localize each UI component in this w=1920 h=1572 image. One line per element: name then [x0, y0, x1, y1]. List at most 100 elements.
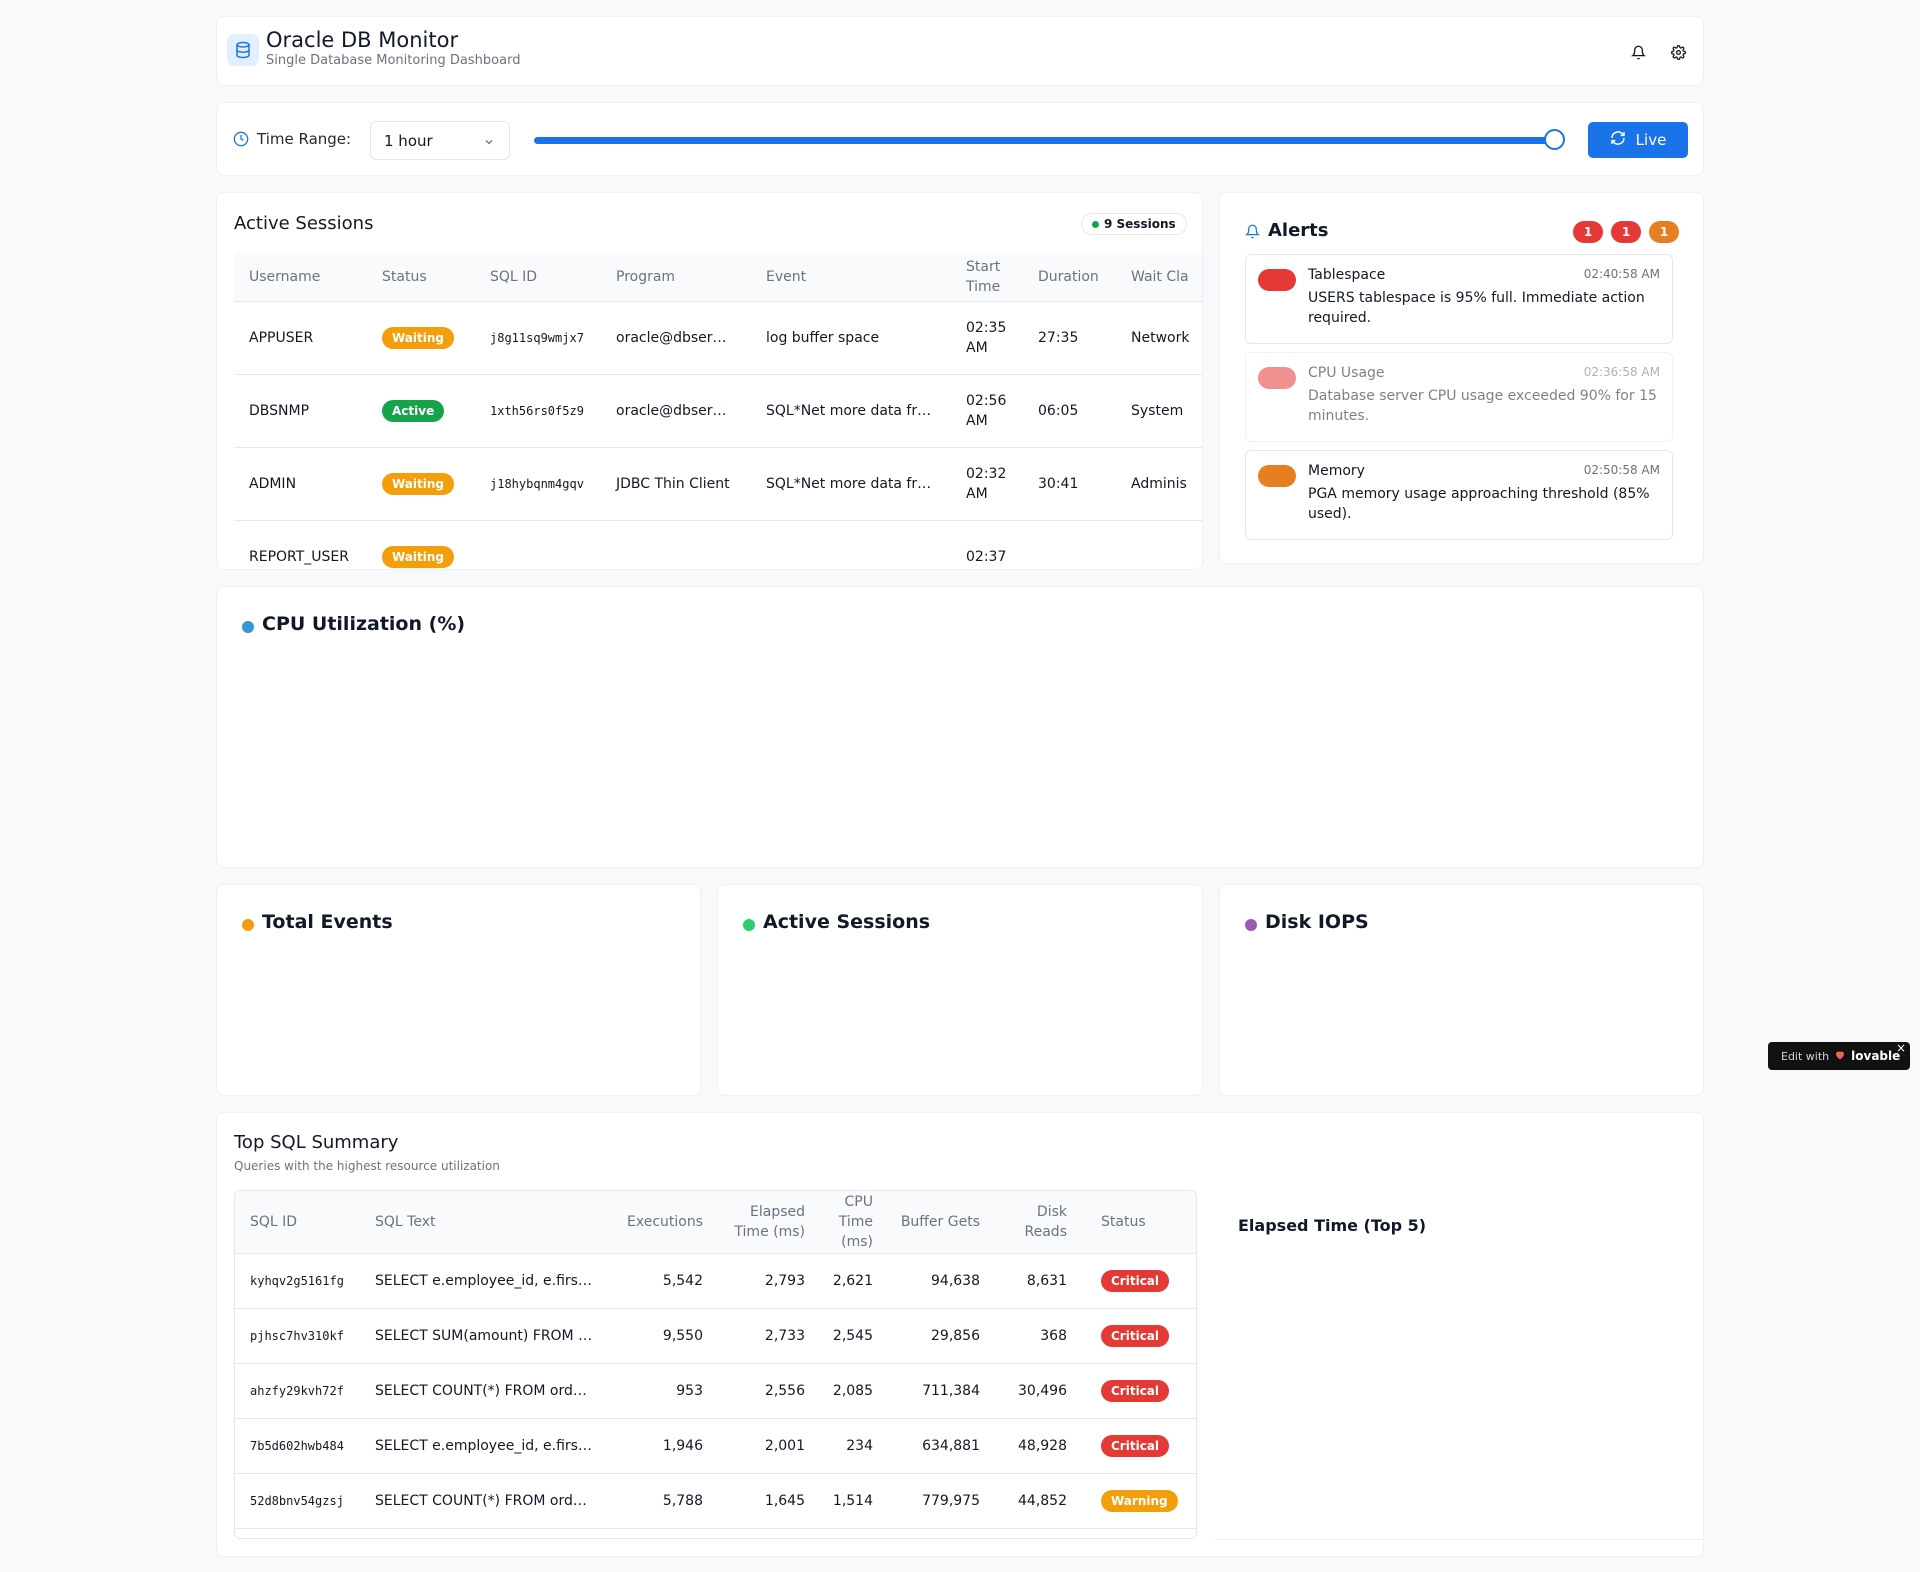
table-row[interactable]: kyhqv2g5161fg SELECT e.employee_id, e.fi… [235, 1253, 1196, 1309]
col-header[interactable]: Start Time [951, 253, 1023, 302]
table-row[interactable]: ADMIN Waiting j18hybqnm4gqv JDBC Thin Cl… [234, 447, 1202, 521]
alert-item-tablespace[interactable]: Tablespace 02:40:58 AM USERS tablespace … [1245, 254, 1673, 344]
series-dot [743, 919, 755, 931]
disk-iops-chart: Disk IOPS [1219, 884, 1704, 1096]
alerts-title: Alerts [1268, 220, 1329, 241]
col-header[interactable]: Status [1075, 1191, 1196, 1254]
executions: 9,550 [611, 1308, 711, 1364]
chart-title: Disk IOPS [1265, 911, 1369, 933]
wait-class: Network [1116, 301, 1202, 375]
col-header[interactable]: SQL ID [475, 253, 601, 302]
time-slider-track[interactable] [534, 137, 1554, 144]
duration: 27:35 [1023, 301, 1116, 375]
username: APPUSER [234, 301, 367, 375]
col-header[interactable]: Username [234, 253, 367, 302]
series-dot [242, 621, 254, 633]
divider [1215, 1539, 1705, 1540]
elapsed-time: 2,733 [711, 1308, 813, 1364]
table-row[interactable]: pjhsc7hv310kf SELECT SUM(amount) FROM … … [235, 1308, 1196, 1364]
table-row[interactable]: 7b5d602hwb484 SELECT e.employee_id, e.fi… [235, 1418, 1196, 1474]
time-range-select[interactable]: 1 hour [370, 121, 510, 160]
app-title: Oracle DB Monitor [266, 28, 459, 52]
severity-indicator [1258, 269, 1296, 291]
app-subtitle: Single Database Monitoring Dashboard [266, 53, 521, 68]
col-header[interactable]: Event [751, 253, 951, 302]
status-badge: Critical [1101, 1324, 1170, 1347]
series-dot [242, 919, 254, 931]
session-count-badge: 9 Sessions [1081, 213, 1187, 235]
program [601, 520, 751, 569]
sessions-title: Active Sessions [234, 213, 374, 234]
program: oracle@dbser… [601, 301, 751, 375]
start-time: 02:56 AM [951, 374, 1023, 448]
table-row[interactable]: APPUSER Waiting j8g11sq9wmjx7 oracle@dbs… [234, 301, 1202, 375]
col-header[interactable]: Status [367, 253, 475, 302]
time-range-bar: Time Range: 1 hour Live [216, 102, 1704, 176]
cpu-time: 2,621 [813, 1253, 881, 1309]
col-header[interactable]: Wait Cla [1116, 253, 1202, 302]
bell-icon [1244, 224, 1261, 243]
sql-id: pjhsc7hv310kf [235, 1308, 361, 1364]
col-header[interactable]: Executions [611, 1191, 711, 1254]
time-slider-handle[interactable] [1544, 129, 1565, 150]
chart-title: Total Events [262, 911, 393, 933]
gear-icon[interactable] [1665, 39, 1691, 65]
event [751, 520, 951, 569]
table-row[interactable]: REPORT_USER Waiting 02:37 [234, 520, 1202, 569]
critical-count-badge: 1 [1573, 221, 1603, 243]
warning-count-badge: 1 [1649, 221, 1679, 243]
top-sql-table-container[interactable]: SQL ID SQL Text Executions Elapsed Time … [234, 1190, 1197, 1539]
executions: 5,542 [611, 1253, 711, 1309]
col-header[interactable]: Duration [1023, 253, 1116, 302]
live-button[interactable]: Live [1588, 122, 1688, 158]
high-count-badge: 1 [1611, 221, 1641, 243]
series-dot [1245, 919, 1257, 931]
table-row[interactable]: 52d8bnv54gzsj SELECT COUNT(*) FROM ord… … [235, 1473, 1196, 1529]
disk-reads: 368 [988, 1308, 1075, 1364]
col-header[interactable]: Buffer Gets [881, 1191, 988, 1254]
table-row[interactable]: DBSNMP Active 1xth56rs0f5z9 oracle@dbser… [234, 374, 1202, 448]
time-range-value: 1 hour [384, 132, 433, 150]
executions: 1,946 [611, 1418, 711, 1474]
top-sql-header-row: SQL ID SQL Text Executions Elapsed Time … [235, 1191, 1196, 1254]
cpu-time: 234 [813, 1418, 881, 1474]
elapsed-time: 2,793 [711, 1253, 813, 1309]
event: log buffer space [751, 301, 951, 375]
buffer-gets: 29,856 [881, 1308, 988, 1364]
alert-title: CPU Usage [1308, 365, 1385, 381]
wait-class [1116, 520, 1202, 569]
duration [1023, 520, 1116, 569]
wait-class: System [1116, 374, 1202, 448]
sql-text: SELECT e.employee_id, e.firs… [361, 1418, 611, 1474]
status-badge: Waiting [382, 326, 455, 349]
sql-id [475, 520, 601, 569]
col-header[interactable]: SQL ID [235, 1191, 361, 1254]
program: JDBC Thin Client [601, 447, 751, 521]
sql-text: SELECT COUNT(*) FROM ord… [361, 1363, 611, 1419]
close-icon[interactable]: × [1896, 1041, 1906, 1055]
col-header[interactable]: Disk Reads [988, 1191, 1075, 1254]
alert-title: Memory [1308, 463, 1365, 479]
cpu-time: 2,085 [813, 1363, 881, 1419]
cpu-time: 2,545 [813, 1308, 881, 1364]
status-badge: Critical [1101, 1434, 1170, 1457]
session-count: 9 Sessions [1104, 217, 1176, 231]
username: ADMIN [234, 447, 367, 521]
bell-icon[interactable] [1625, 39, 1651, 65]
elapsed-time-chart-title: Elapsed Time (Top 5) [1238, 1216, 1427, 1235]
executions: 5,788 [611, 1473, 711, 1529]
alert-item-cpu[interactable]: CPU Usage 02:36:58 AM Database server CP… [1245, 352, 1673, 442]
sql-text: SELECT e.employee_id, e.firs… [361, 1253, 611, 1309]
disk-reads: 44,852 [988, 1473, 1075, 1529]
col-header[interactable]: SQL Text [361, 1191, 611, 1254]
col-header[interactable]: CPU Time (ms) [813, 1191, 881, 1254]
col-header[interactable]: Program [601, 253, 751, 302]
col-header[interactable]: Elapsed Time (ms) [711, 1191, 813, 1254]
buffer-gets: 634,881 [881, 1418, 988, 1474]
alert-item-memory[interactable]: Memory 02:50:58 AM PGA memory usage appr… [1245, 450, 1673, 540]
top-sql-title: Top SQL Summary [234, 1132, 399, 1153]
sessions-header-row: Username Status SQL ID Program Event Sta… [234, 253, 1202, 302]
table-row[interactable]: ahzfy29kvh72f SELECT COUNT(*) FROM ord… … [235, 1363, 1196, 1419]
clock-icon [233, 131, 249, 151]
edit-with-lovable-badge[interactable]: Edit with lovable × [1768, 1041, 1910, 1070]
